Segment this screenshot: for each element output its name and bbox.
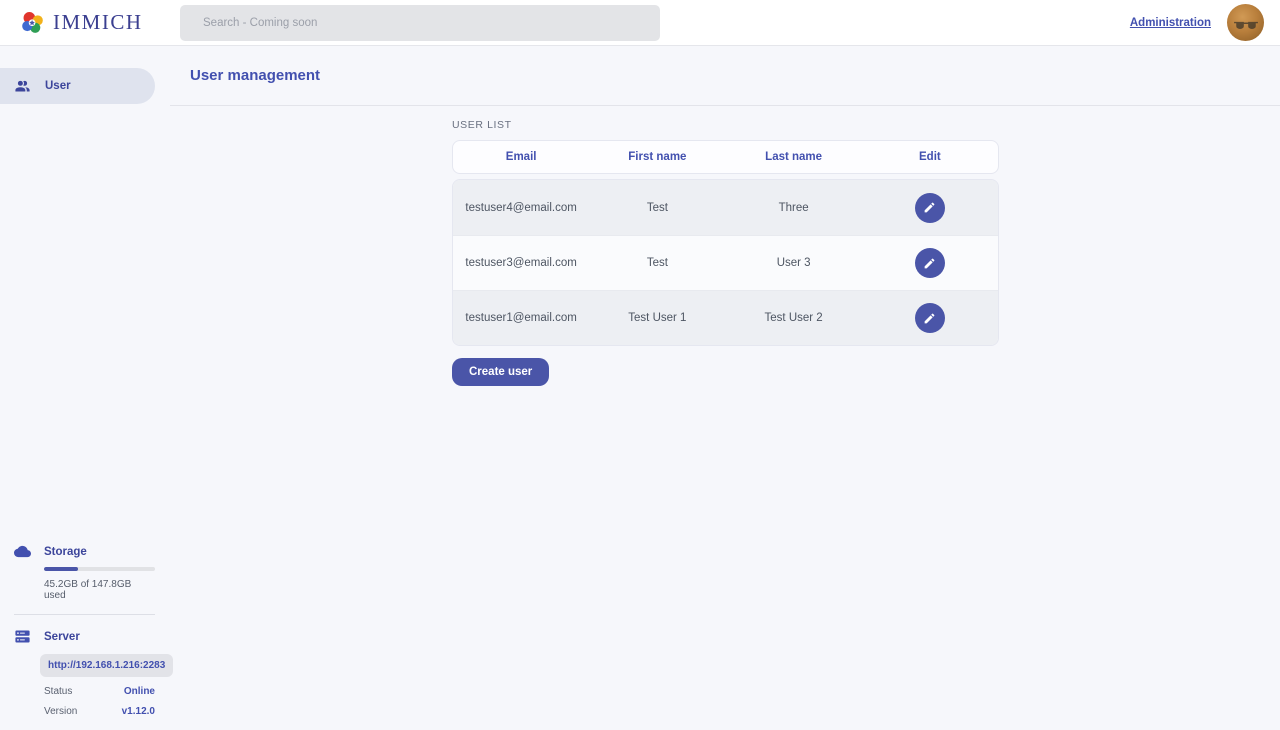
server-version-value: v1.12.0	[122, 706, 155, 717]
glasses-icon	[1233, 10, 1259, 36]
user-table: Email First name Last name Edit testuser…	[452, 140, 999, 346]
storage-block: Storage 45.2GB of 147.8GB used	[14, 543, 155, 601]
cell-last-name: Test User 2	[726, 312, 862, 324]
user-management-section: USER LIST Email First name Last name Edi…	[170, 106, 1280, 386]
cell-first-name: Test	[589, 202, 725, 214]
server-icon	[14, 628, 44, 645]
sidebar-item-user[interactable]: User	[0, 68, 155, 104]
storage-progress-bar	[44, 567, 155, 571]
sidebar: User Storage 45.2GB of 147.8GB used	[0, 46, 170, 730]
storage-progress-fill	[44, 567, 78, 571]
brand[interactable]: IMMICH	[0, 10, 180, 35]
pencil-icon	[923, 257, 936, 270]
create-user-button[interactable]: Create user	[452, 358, 549, 386]
page-layout: User Storage 45.2GB of 147.8GB used	[0, 46, 1280, 730]
table-row: testuser3@email.com Test User 3	[453, 235, 998, 290]
server-url-badge: http://192.168.1.216:2283	[40, 654, 173, 677]
table-row: testuser4@email.com Test Three	[453, 180, 998, 235]
cell-email: testuser4@email.com	[453, 202, 589, 214]
storage-title: Storage	[44, 546, 87, 558]
sidebar-item-label: User	[45, 80, 71, 92]
cell-last-name: User 3	[726, 257, 862, 269]
server-status-row: Status Online	[44, 686, 155, 697]
server-status-value: Online	[124, 686, 155, 697]
cloud-icon	[14, 543, 44, 560]
storage-usage-text: 45.2GB of 147.8GB used	[44, 579, 155, 601]
cell-email: testuser3@email.com	[453, 257, 589, 269]
column-header-first-name: First name	[589, 151, 725, 163]
page-title-bar: User management	[170, 46, 1280, 106]
table-row: testuser1@email.com Test User 1 Test Use…	[453, 290, 998, 345]
user-avatar[interactable]	[1227, 4, 1264, 41]
server-version-row: Version v1.12.0	[44, 706, 155, 717]
pencil-icon	[923, 201, 936, 214]
search-bar	[180, 5, 660, 41]
pencil-icon	[923, 312, 936, 325]
column-header-edit: Edit	[862, 151, 998, 163]
brand-name: IMMICH	[53, 10, 143, 35]
table-body: testuser4@email.com Test Three testuser3…	[452, 179, 999, 346]
table-header-row: Email First name Last name Edit	[452, 140, 999, 174]
navbar-right: Administration	[1130, 4, 1280, 41]
search-input[interactable]	[180, 5, 660, 41]
sidebar-footer: Storage 45.2GB of 147.8GB used	[0, 543, 170, 730]
edit-user-button[interactable]	[915, 248, 945, 278]
sidebar-divider	[14, 614, 155, 615]
top-navbar: IMMICH Administration	[0, 0, 1280, 46]
cell-first-name: Test	[589, 257, 725, 269]
edit-user-button[interactable]	[915, 303, 945, 333]
cell-last-name: Three	[726, 202, 862, 214]
user-list-label: USER LIST	[452, 119, 1280, 131]
users-icon	[14, 78, 31, 95]
server-version-label: Version	[44, 706, 77, 717]
main-content: User management USER LIST Email First na…	[170, 46, 1280, 730]
page-title: User management	[190, 67, 320, 84]
column-header-last-name: Last name	[726, 151, 862, 163]
server-status-label: Status	[44, 686, 72, 697]
column-header-email: Email	[453, 151, 589, 163]
edit-user-button[interactable]	[915, 193, 945, 223]
server-block: Server http://192.168.1.216:2283 Status …	[14, 628, 155, 717]
immich-logo-icon	[20, 10, 45, 35]
server-title: Server	[44, 631, 80, 643]
administration-link[interactable]: Administration	[1130, 17, 1211, 29]
cell-first-name: Test User 1	[589, 312, 725, 324]
cell-email: testuser1@email.com	[453, 312, 589, 324]
